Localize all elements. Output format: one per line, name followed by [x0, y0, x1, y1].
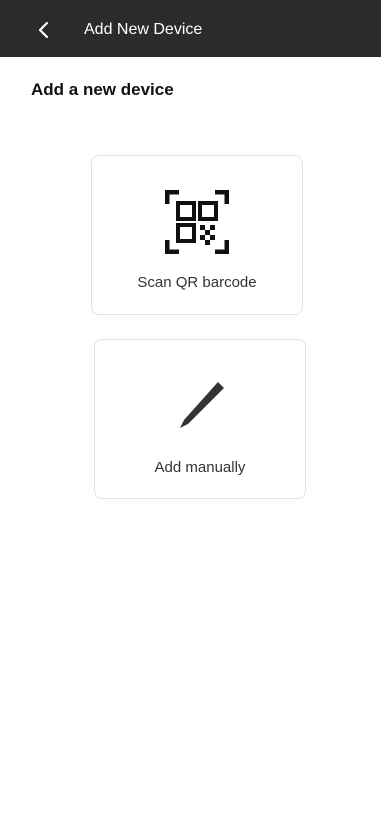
scan-qr-option-card[interactable]: Scan QR barcode: [91, 155, 303, 315]
back-button[interactable]: [28, 14, 60, 46]
page-title: Add a new device: [31, 80, 174, 99]
header-title: Add New Device: [84, 21, 203, 38]
qr-code-scan-icon: [165, 190, 229, 254]
pencil-icon: [176, 382, 224, 432]
chevron-left-icon: [38, 21, 49, 39]
add-manually-label: Add manually: [154, 459, 246, 476]
scan-qr-label: Scan QR barcode: [137, 274, 257, 291]
app-header: Add New Device: [0, 0, 381, 57]
add-manually-option-card[interactable]: Add manually: [94, 339, 306, 499]
